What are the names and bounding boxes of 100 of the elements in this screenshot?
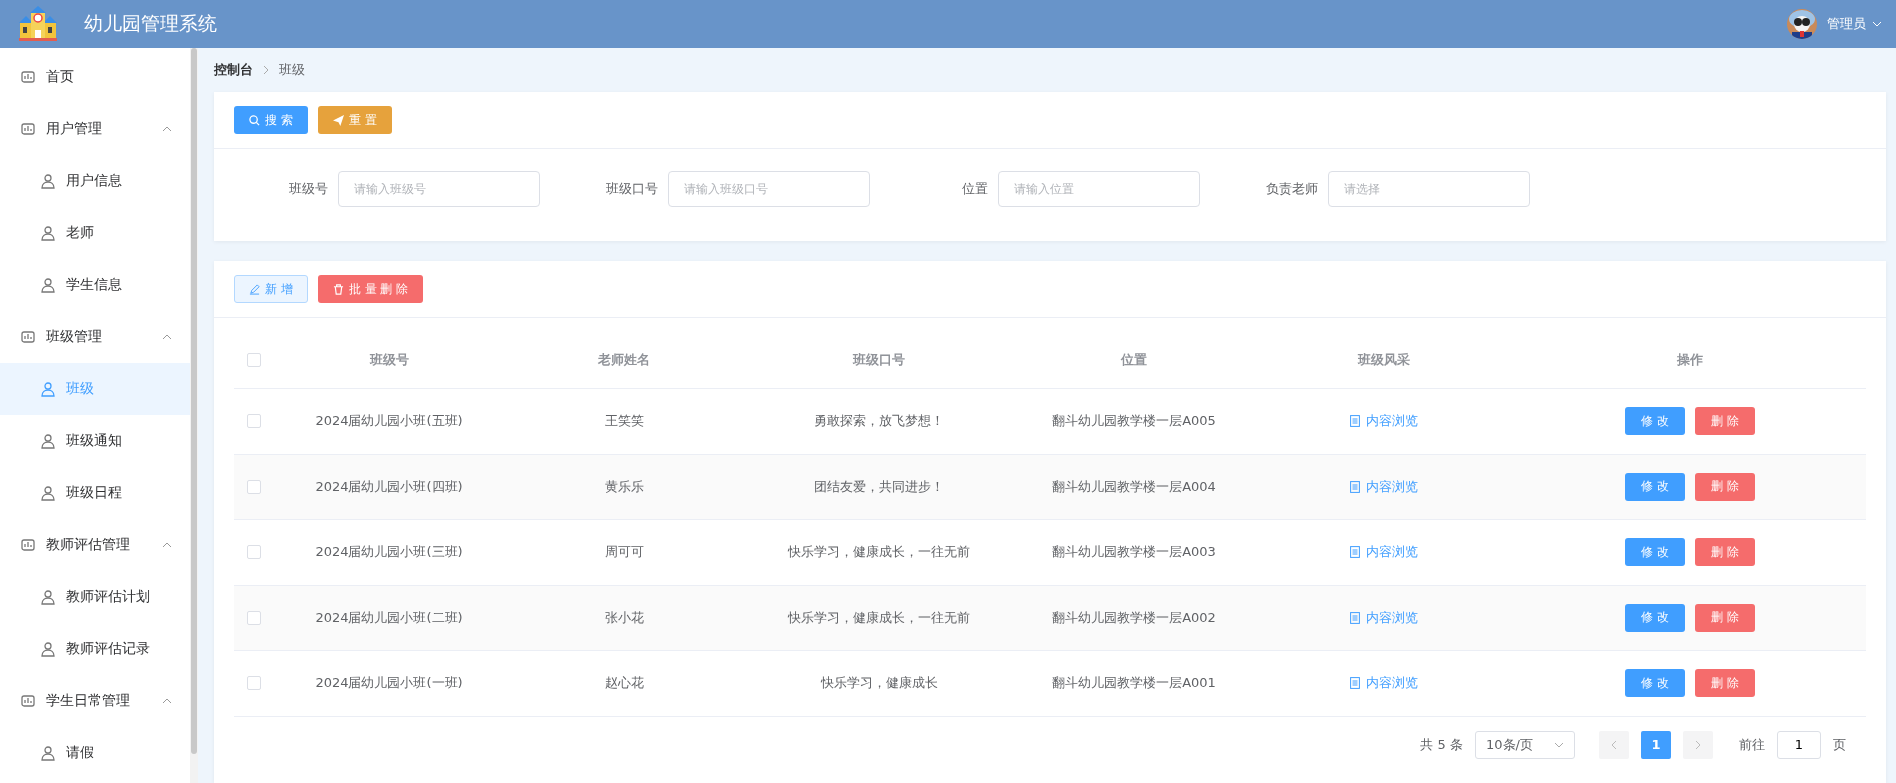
checkbox[interactable] xyxy=(247,676,261,691)
submenu-item[interactable]: 请假 xyxy=(0,727,190,779)
page-button[interactable]: 1 xyxy=(1641,730,1671,759)
chevron-up-icon xyxy=(162,126,172,132)
submenu-item[interactable]: 用户信息 xyxy=(0,155,190,207)
field-label: 班级号 xyxy=(289,180,328,198)
checkbox[interactable] xyxy=(247,353,261,367)
edit-button[interactable]: 修 改 xyxy=(1625,538,1685,567)
menu-item[interactable]: 学生日常管理 xyxy=(0,675,190,727)
input-field[interactable]: 请输入班级号 xyxy=(338,171,540,207)
submenu-item[interactable]: 班级日程 xyxy=(0,467,190,519)
delete-button[interactable]: 删 除 xyxy=(1695,407,1755,436)
batch-delete-button[interactable]: 批 量 删 除 xyxy=(317,275,424,303)
submenu-item[interactable]: 学生信息 xyxy=(0,259,190,311)
column-header: 位置 xyxy=(1119,351,1148,369)
view-link[interactable]: 内容浏览 xyxy=(1350,543,1418,562)
field-label: 负责老师 xyxy=(1266,180,1318,198)
page-size-select[interactable]: 10条/页 xyxy=(1475,730,1575,759)
menu-label: 班级日程 xyxy=(66,484,123,502)
chevron-left-icon xyxy=(1611,739,1617,750)
edit-button[interactable]: 修 改 xyxy=(1625,669,1685,698)
delete-button[interactable]: 删 除 xyxy=(1695,669,1755,698)
table-cell-text: 快乐学习，健康成长，一往无前 xyxy=(787,543,971,562)
document-icon xyxy=(1350,611,1360,624)
submenu-item[interactable]: 教师评估记录 xyxy=(0,623,190,675)
edit-button[interactable]: 修 改 xyxy=(1625,472,1685,501)
submenu-item[interactable]: 老师 xyxy=(0,207,190,259)
checkbox[interactable] xyxy=(247,610,261,625)
menu-item[interactable]: 班级管理 xyxy=(0,311,190,363)
next-page-button[interactable] xyxy=(1683,730,1713,759)
view-link[interactable]: 内容浏览 xyxy=(1350,674,1418,693)
menu-item[interactable]: 教师评估管理 xyxy=(0,519,190,571)
view-link[interactable]: 内容浏览 xyxy=(1350,608,1418,627)
menu-label: 老师 xyxy=(66,224,95,242)
table-cell-text: 王笑笑 xyxy=(603,412,645,431)
column-header: 班级号 xyxy=(368,351,410,369)
input-field[interactable]: 请输入班级口号 xyxy=(668,171,870,207)
table-cell-text: 2024届幼儿园小班(三班) xyxy=(314,543,464,562)
table-cell-text: 赵心花 xyxy=(603,674,645,693)
table-cell-text: 2024届幼儿园小班(一班) xyxy=(314,674,464,693)
user-menu[interactable]: 管理员 xyxy=(1827,15,1882,33)
send-icon xyxy=(332,114,344,126)
total-count: 共 5 条 xyxy=(1420,735,1463,754)
menu-label: 班级 xyxy=(66,380,95,398)
checkbox[interactable] xyxy=(247,545,261,560)
table-cell-text: 周可可 xyxy=(603,543,645,562)
menu-label: 教师评估记录 xyxy=(66,640,151,658)
add-button[interactable]: 新 增 xyxy=(234,275,308,303)
edit-button[interactable]: 修 改 xyxy=(1625,407,1685,436)
page-suffix: 页 xyxy=(1833,735,1846,754)
table-cell-text: 快乐学习，健康成长 xyxy=(819,674,939,693)
chevron-up-icon xyxy=(162,542,172,548)
pencil-icon xyxy=(249,283,260,295)
breadcrumb-item: 班级 xyxy=(279,61,305,79)
column-header: 操作 xyxy=(1676,351,1704,369)
menu-label: 学生信息 xyxy=(66,276,123,294)
document-icon xyxy=(1350,480,1360,493)
delete-button[interactable]: 删 除 xyxy=(1695,603,1755,632)
field-label: 班级口号 xyxy=(606,180,658,198)
submenu-item[interactable]: 教师评估计划 xyxy=(0,571,190,623)
column-header: 班级口号 xyxy=(851,351,906,369)
previous-page-button[interactable] xyxy=(1599,730,1629,759)
chevron-right-icon xyxy=(1695,739,1701,750)
trash-icon xyxy=(332,283,344,295)
chevron-down-icon xyxy=(1872,21,1882,27)
table-cell-text: 2024届幼儿园小班(四班) xyxy=(314,477,464,496)
menu-label: 请假 xyxy=(66,744,95,762)
menu-label: 用户管理 xyxy=(46,120,103,138)
menu-item[interactable]: 用户管理 xyxy=(0,103,190,155)
submenu-item[interactable]: 班级通知 xyxy=(0,415,190,467)
input-field[interactable]: 请选择 xyxy=(1328,171,1530,207)
checkbox[interactable] xyxy=(247,414,261,429)
chevron-right-icon xyxy=(263,65,269,75)
search-button[interactable]: 搜 索 xyxy=(234,106,308,134)
breadcrumb-item[interactable]: 控制台 xyxy=(214,61,253,79)
view-link[interactable]: 内容浏览 xyxy=(1350,477,1418,496)
menu-label: 用户信息 xyxy=(66,172,123,190)
delete-button[interactable]: 删 除 xyxy=(1695,472,1755,501)
submenu-item[interactable]: 班级 xyxy=(0,363,190,415)
edit-button[interactable]: 修 改 xyxy=(1625,603,1685,632)
table-cell-text: 翻斗幼儿园教学楼一层A004 xyxy=(1051,477,1217,496)
menu-label: 首页 xyxy=(46,68,75,86)
table-cell-text: 2024届幼儿园小班(五班) xyxy=(314,412,464,431)
page-input[interactable]: 1 xyxy=(1777,730,1821,759)
chevron-up-icon xyxy=(162,698,172,704)
view-link[interactable]: 内容浏览 xyxy=(1350,412,1418,431)
scrollbar[interactable] xyxy=(190,48,198,783)
table-cell-text: 团结友爱，共同进步！ xyxy=(813,477,945,496)
goto-label: 前往 xyxy=(1739,735,1765,754)
document-icon xyxy=(1350,546,1360,559)
menu-label: 学生日常管理 xyxy=(46,692,131,710)
menu-item[interactable]: 首页 xyxy=(0,51,190,103)
menu-label: 教师评估计划 xyxy=(66,588,151,606)
checkbox[interactable] xyxy=(247,479,261,494)
table-cell-text: 翻斗幼儿园教学楼一层A002 xyxy=(1051,608,1217,627)
table-cell-text: 翻斗幼儿园教学楼一层A001 xyxy=(1051,674,1217,693)
delete-button[interactable]: 删 除 xyxy=(1695,538,1755,567)
input-field[interactable]: 请输入位置 xyxy=(998,171,1200,207)
reset-button[interactable]: 重 置 xyxy=(317,106,392,134)
field-label: 位置 xyxy=(962,180,988,198)
